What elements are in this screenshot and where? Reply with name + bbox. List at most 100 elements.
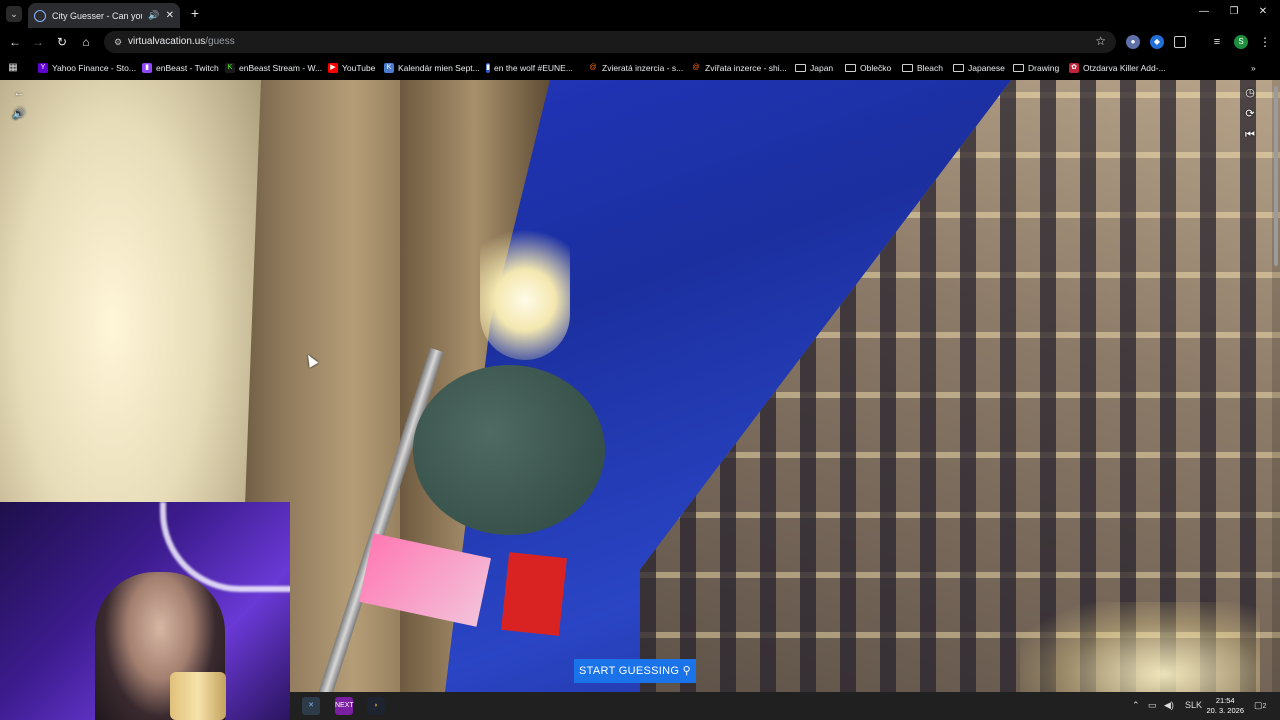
taskbar-app-icon[interactable]: ✕ xyxy=(302,697,320,715)
clock[interactable]: 21:54 20. 3. 2026 xyxy=(1206,696,1244,716)
bookmark-label: YouTube xyxy=(342,63,376,73)
tab-search-button[interactable]: ⌄ xyxy=(6,6,22,22)
back-button[interactable]: ← xyxy=(7,34,23,50)
profile-avatar[interactable]: S xyxy=(1234,35,1248,49)
bookmark-label: Zvieratá inzercia - s... xyxy=(602,63,684,73)
apps-grid-icon[interactable]: ▦ xyxy=(8,61,18,75)
ground-floor-lights xyxy=(1020,602,1260,692)
taskbar-league-icon[interactable]: ◗ xyxy=(367,697,385,715)
tab-strip: ⌄ City Guesser - Can you gue 🔊 ✕ + — ❐ ✕ xyxy=(0,0,1280,28)
round-street-sign xyxy=(413,365,605,535)
bookmark-label: Yahoo Finance - Sto... xyxy=(52,63,136,73)
clock-time: 21:54 xyxy=(1215,696,1235,705)
bookmark-label: Otzdarva Killer Add-... xyxy=(1083,63,1166,73)
bookmark-item[interactable]: @ Zvieratá inzercia - s... xyxy=(588,61,683,75)
notification-count: 2 xyxy=(1262,703,1267,710)
reload-button[interactable]: ↻ xyxy=(54,34,70,50)
page-scrollbar[interactable] xyxy=(1272,80,1280,692)
extension-icon[interactable]: ● xyxy=(1126,35,1140,49)
bookmark-favicon-icon: @ xyxy=(692,64,700,71)
bookmark-label: Kalendár mien Sept... xyxy=(398,63,480,73)
clock-date: 20. 3. 2026 xyxy=(1206,706,1244,715)
media-controls-icon[interactable]: ≡ xyxy=(1210,35,1224,49)
building-windows xyxy=(640,80,1280,692)
bookmark-folder-japan[interactable]: Japan xyxy=(795,61,833,75)
bookmark-item[interactable]: K Kalendár mien Sept... xyxy=(384,61,480,75)
tab-close-icon[interactable]: ✕ xyxy=(166,10,174,21)
bookmark-label: Japan xyxy=(810,63,834,73)
forward-button[interactable]: → xyxy=(30,34,46,50)
bookmark-item[interactable]: KenBeast Stream - W... xyxy=(225,61,322,75)
extensions-puzzle-icon[interactable] xyxy=(1174,36,1186,48)
bookmark-item[interactable]: ✿ Otzdarva Killer Add-... xyxy=(1069,61,1166,75)
notification-icon[interactable]: ▢2 xyxy=(1254,700,1266,711)
bookmark-label: enBeast Stream - W... xyxy=(239,63,323,73)
bookmark-favicon-icon: ▮ xyxy=(486,63,490,73)
bookmarks-bar: ▦ Y Yahoo Finance - Sto... ▮ enBeast - Twi… xyxy=(0,56,1280,80)
globe-icon xyxy=(34,9,46,22)
restore-button[interactable]: ❐ xyxy=(1227,6,1241,17)
bookmark-item[interactable]: @ Zvířata inzerce - shi... xyxy=(691,61,786,75)
bookmark-favicon-icon: Y xyxy=(38,63,48,73)
home-button[interactable]: ⌂ xyxy=(78,34,94,50)
bookmark-item[interactable]: Y Yahoo Finance - Sto... xyxy=(38,61,136,75)
minimize-button[interactable]: — xyxy=(1197,6,1211,17)
url-path: /guess xyxy=(205,36,235,47)
bookmark-favicon-icon: ▶ xyxy=(328,63,338,73)
bookmark-favicon-icon: @ xyxy=(589,64,597,71)
bookmark-favicon-icon: K xyxy=(384,63,394,73)
bookmark-folder-bleach[interactable]: Bleach xyxy=(902,61,943,75)
address-bar[interactable]: ⚙ virtualvacation.us/guess ☆ xyxy=(104,31,1116,53)
bookmark-item[interactable]: ▮ en the wolf #EUNE... xyxy=(486,61,573,75)
bookmark-label: Oblečko xyxy=(860,63,892,73)
scrollbar-thumb[interactable] xyxy=(1274,86,1278,266)
bookmark-favicon-icon: K xyxy=(225,63,235,73)
browser-menu-icon[interactable]: ⋮ xyxy=(1258,35,1272,49)
bookmark-item[interactable]: ▮ enBeast - Twitch xyxy=(142,61,219,75)
red-direction-sign xyxy=(501,552,567,636)
extension-icon[interactable]: ◆ xyxy=(1150,35,1164,49)
bookmark-label: Japanese xyxy=(968,63,1005,73)
tab-city-guesser[interactable]: City Guesser - Can you gue 🔊 ✕ xyxy=(28,3,180,28)
browser-toolbar: ← → ↻ ⌂ ⚙ virtualvacation.us/guess ☆ ● ◆… xyxy=(0,28,1280,56)
webcam-overlay xyxy=(0,502,290,720)
folder-icon xyxy=(845,64,856,72)
bookmark-folder-japanese[interactable]: Japanese xyxy=(953,61,1005,75)
bookmark-favicon-icon: ▮ xyxy=(142,63,152,73)
bookmark-folder-oblecko[interactable]: Oblečko xyxy=(845,61,891,75)
street-lamp xyxy=(480,210,570,360)
sound-icon[interactable]: 🔊 xyxy=(10,106,28,122)
bookmarks-overflow-button[interactable]: » xyxy=(1251,61,1256,75)
bookmark-favicon-icon: ✿ xyxy=(1069,63,1079,73)
back-arrow-icon[interactable]: ← xyxy=(10,85,28,101)
screen: ⌄ City Guesser - Can you gue 🔊 ✕ + — ❐ ✕… xyxy=(0,0,1280,720)
bookmark-star-icon[interactable]: ☆ xyxy=(1095,34,1106,48)
folder-icon xyxy=(953,64,964,72)
mug xyxy=(170,672,226,720)
bookmark-label: en the wolf #EUNE... xyxy=(494,63,573,73)
url-text: virtualvacation.us/guess xyxy=(128,36,235,47)
tab-title: City Guesser - Can you gue xyxy=(52,10,142,21)
taskbar-next-app[interactable]: NEXT xyxy=(335,697,354,715)
bookmark-label: Bleach xyxy=(917,63,943,73)
start-guessing-button[interactable]: START GUESSING ⚲ xyxy=(574,659,696,683)
bookmark-label: enBeast - Twitch xyxy=(156,63,219,73)
audio-playing-icon[interactable]: 🔊 xyxy=(148,10,159,21)
folder-icon xyxy=(902,64,913,72)
network-icon[interactable]: ▭ xyxy=(1148,700,1157,711)
bookmark-item[interactable]: ▶ YouTube xyxy=(328,61,375,75)
windows-taskbar: ✕ NEXT ◗ ⌃ ▭ ◀) SLK 21:54 20. 3. 2026 ▢2 xyxy=(290,692,1280,720)
volume-icon[interactable]: ◀) xyxy=(1164,700,1174,711)
window-close-button[interactable]: ✕ xyxy=(1256,6,1270,17)
site-info-icon[interactable]: ⚙ xyxy=(112,36,124,48)
refresh-icon[interactable]: ⟳ xyxy=(1241,106,1259,122)
restart-icon[interactable]: ⏮ xyxy=(1241,127,1259,143)
tray-overflow-icon[interactable]: ⌃ xyxy=(1132,700,1140,711)
bookmark-folder-drawing[interactable]: Drawing xyxy=(1013,61,1059,75)
language-indicator[interactable]: SLK xyxy=(1185,700,1202,710)
folder-icon xyxy=(795,64,806,72)
new-tab-button[interactable]: + xyxy=(188,5,202,21)
url-host: virtualvacation.us xyxy=(128,36,206,47)
time-icon[interactable]: ◷ xyxy=(1241,85,1259,101)
office-building-facade xyxy=(640,80,1280,692)
